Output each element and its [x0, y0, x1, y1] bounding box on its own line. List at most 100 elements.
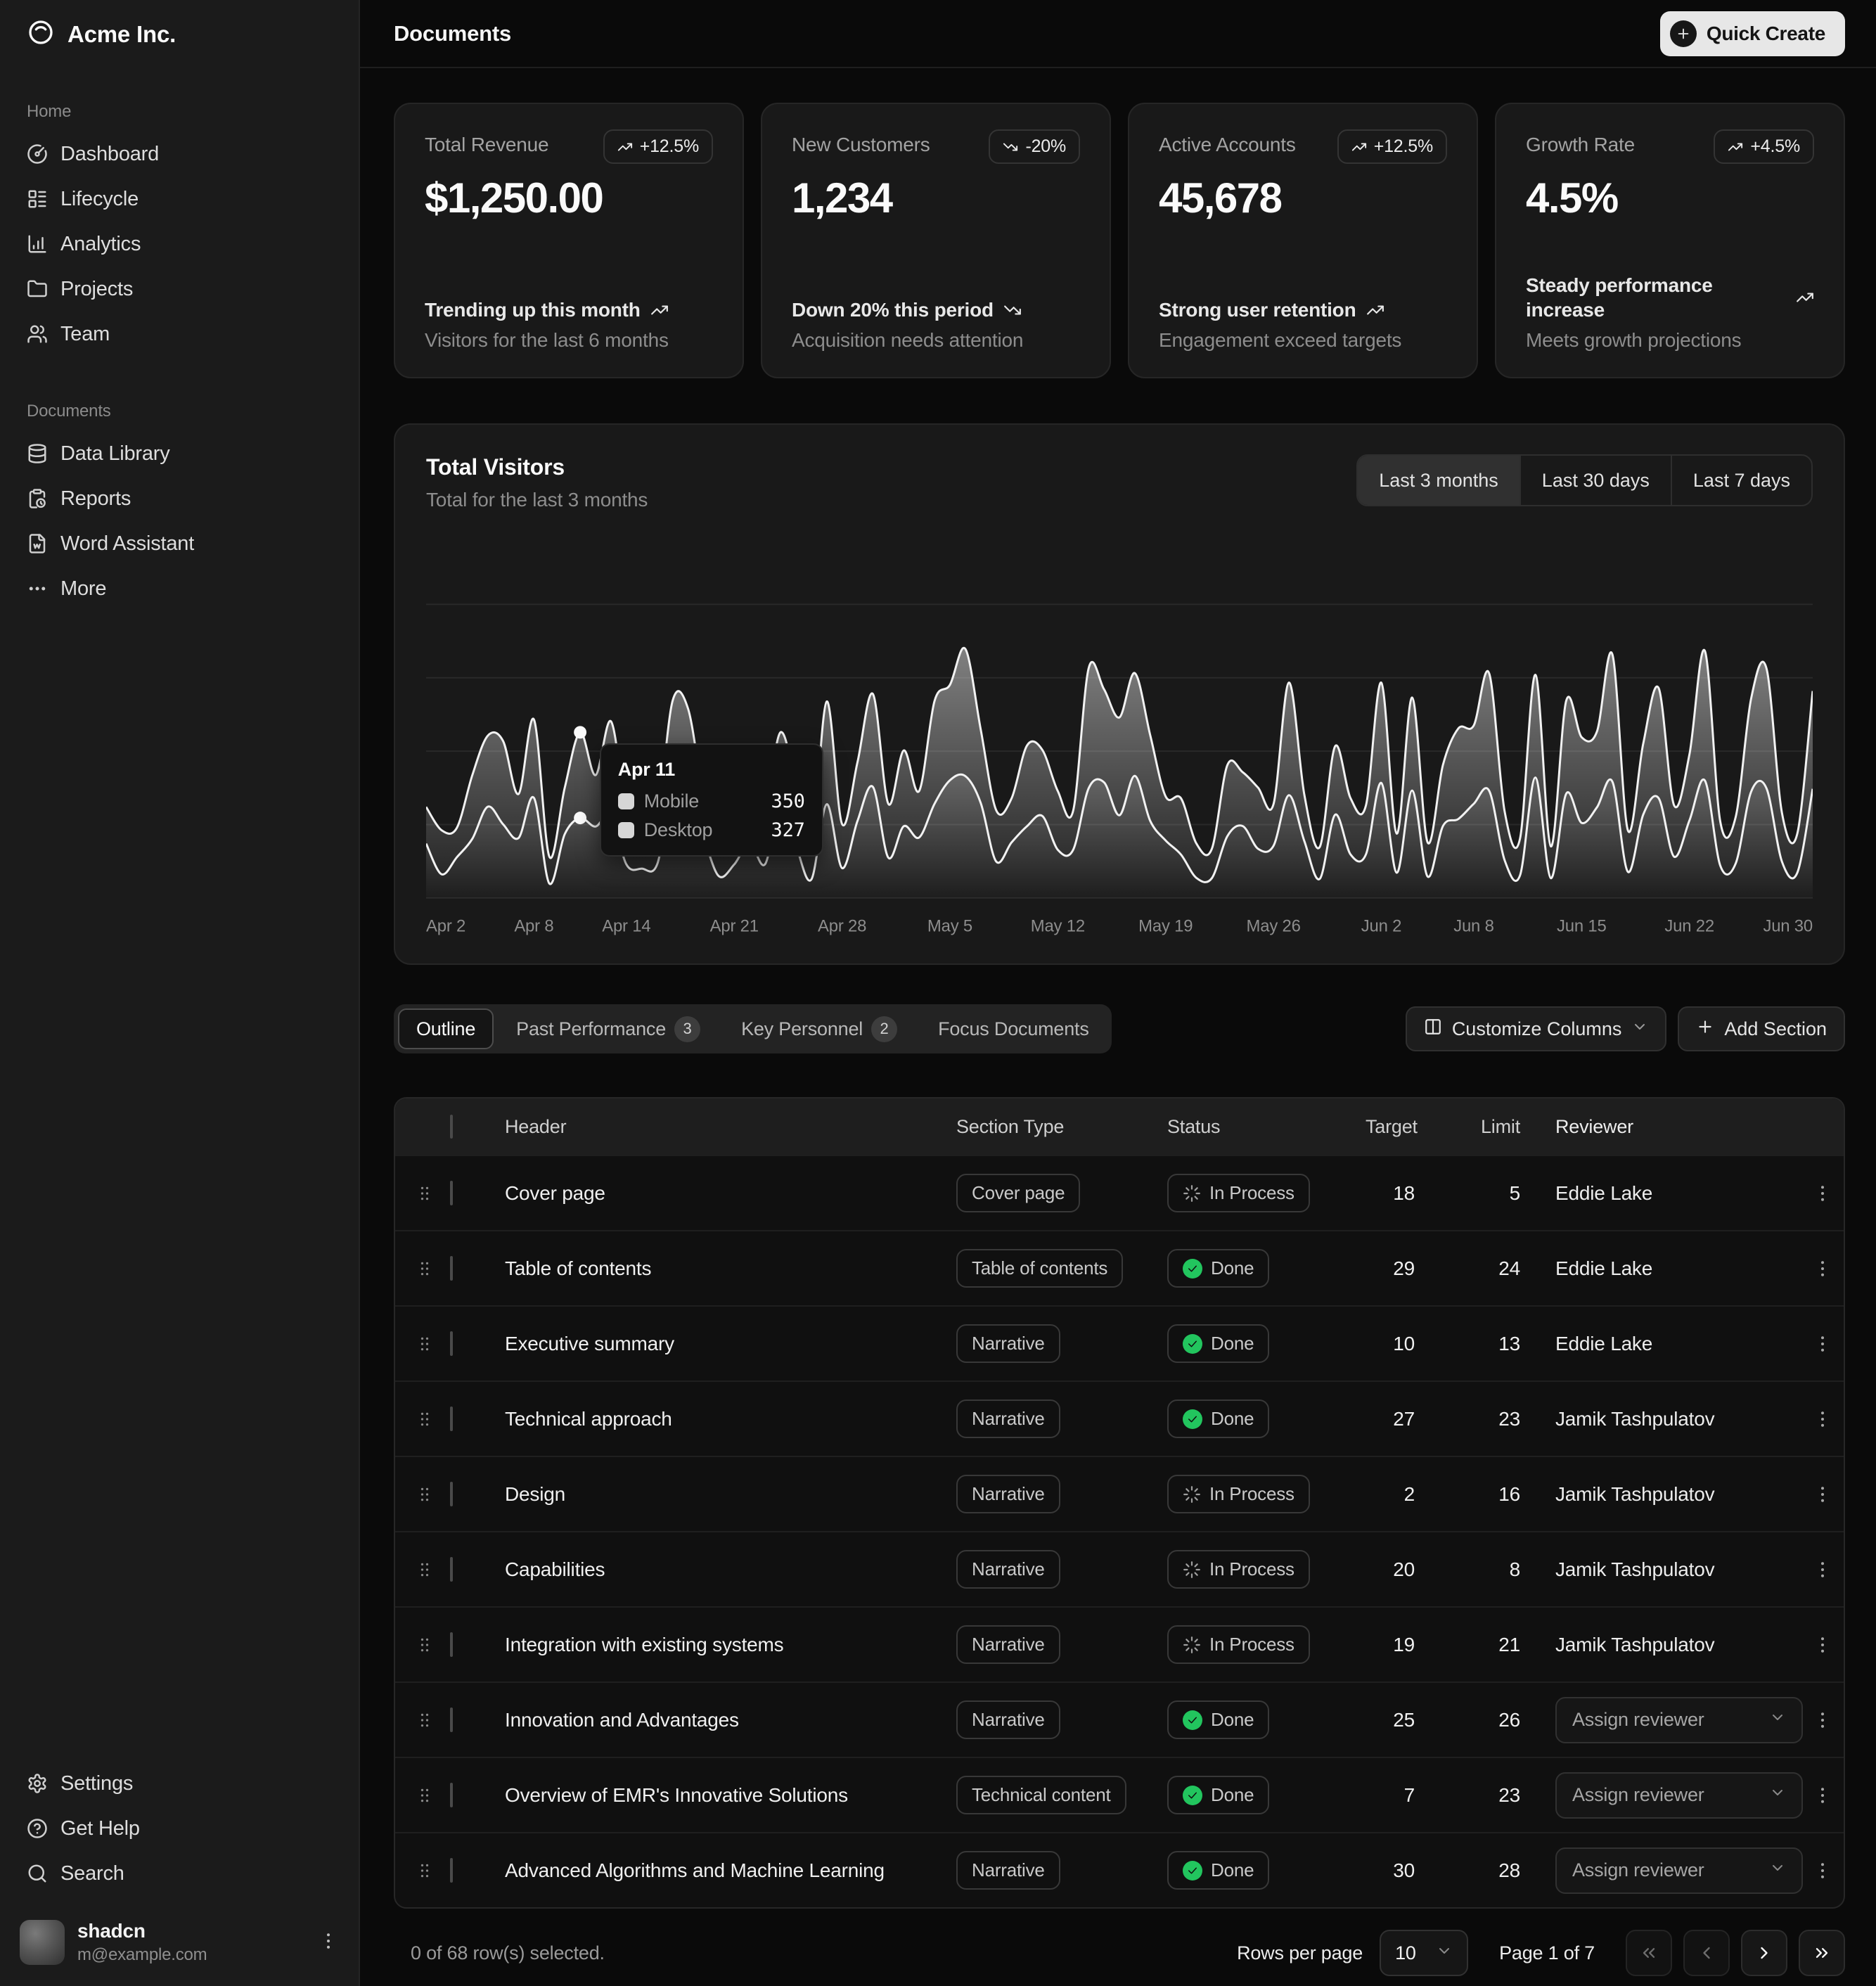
range-last-7-days[interactable]: Last 7 days [1671, 456, 1811, 505]
sidebar-item-team[interactable]: Team [14, 312, 345, 357]
row-limit[interactable]: 24 [1443, 1257, 1527, 1280]
drag-handle[interactable] [395, 1710, 435, 1730]
assign-reviewer-select[interactable]: Assign reviewer [1555, 1772, 1803, 1819]
row-menu-button[interactable] [1801, 1258, 1844, 1279]
user-menu[interactable]: shadcn m@example.com [14, 1914, 345, 1971]
quick-create-button[interactable]: Quick Create [1660, 11, 1845, 56]
assign-reviewer-select[interactable]: Assign reviewer [1555, 1697, 1803, 1743]
row-limit[interactable]: 21 [1443, 1634, 1527, 1656]
sidebar-item-get-help[interactable]: Get Help [14, 1806, 345, 1851]
tab-key-personnel[interactable]: Key Personnel2 [723, 1008, 915, 1049]
row-checkbox[interactable] [450, 1632, 453, 1657]
rows-per-page-select[interactable]: 10 [1380, 1930, 1468, 1976]
tooltip-series-row: Desktop 327 [618, 819, 805, 841]
drag-handle[interactable] [395, 1786, 435, 1805]
trend-down-icon [1003, 139, 1018, 155]
row-target[interactable]: 30 [1366, 1859, 1443, 1882]
row-target[interactable]: 25 [1366, 1709, 1443, 1731]
tab-count-badge: 2 [871, 1016, 897, 1042]
sidebar-item-analytics[interactable]: Analytics [14, 222, 345, 267]
row-limit[interactable]: 23 [1443, 1408, 1527, 1430]
add-section-button[interactable]: Add Section [1678, 1006, 1845, 1051]
topbar: Documents Quick Create [360, 0, 1876, 68]
row-checkbox[interactable] [450, 1256, 453, 1281]
sidebar-item-projects[interactable]: Projects [14, 267, 345, 312]
sidebar-item-settings[interactable]: Settings [14, 1761, 345, 1806]
row-menu-button[interactable] [1801, 1333, 1844, 1354]
drag-handle[interactable] [395, 1409, 435, 1429]
first-page-button[interactable] [1626, 1930, 1672, 1976]
row-menu-button[interactable] [1801, 1634, 1844, 1655]
row-target[interactable]: 19 [1366, 1634, 1443, 1656]
row-checkbox[interactable] [450, 1181, 453, 1205]
content: Total Revenue +12.5% $1,250.00 Trending … [360, 68, 1876, 1986]
sidebar-item-search[interactable]: Search [14, 1851, 345, 1896]
last-page-button[interactable] [1799, 1930, 1845, 1976]
row-checkbox[interactable] [450, 1407, 453, 1431]
layout-list-icon [27, 188, 48, 210]
row-checkbox[interactable] [450, 1708, 453, 1732]
prev-page-button[interactable] [1683, 1930, 1730, 1976]
drag-handle[interactable] [395, 1560, 435, 1580]
drag-handle[interactable] [395, 1334, 435, 1354]
tab-past-performance[interactable]: Past Performance3 [498, 1008, 719, 1049]
row-menu-button[interactable] [1801, 1559, 1844, 1580]
row-target[interactable]: 10 [1366, 1333, 1443, 1355]
sidebar-item-lifecycle[interactable]: Lifecycle [14, 177, 345, 222]
row-checkbox[interactable] [450, 1858, 453, 1883]
row-limit[interactable]: 23 [1443, 1784, 1527, 1807]
row-target[interactable]: 7 [1366, 1784, 1443, 1807]
stat-footer-desc: Visitors for the last 6 months [425, 329, 713, 352]
tab-outline[interactable]: Outline [398, 1008, 494, 1049]
chart-canvas[interactable]: Apr 2Apr 8Apr 14Apr 21Apr 28May 5May 12M… [426, 531, 1813, 940]
row-checkbox[interactable] [450, 1783, 453, 1807]
row-menu-button[interactable] [1801, 1785, 1844, 1806]
row-checkbox[interactable] [450, 1331, 453, 1356]
stat-label: Total Revenue [425, 129, 548, 156]
section-tabs: OutlinePast Performance3Key Personnel2Fo… [394, 1004, 1112, 1053]
row-target[interactable]: 29 [1366, 1257, 1443, 1280]
sidebar-item-more[interactable]: More [14, 566, 345, 611]
row-target[interactable]: 27 [1366, 1408, 1443, 1430]
sidebar-item-reports[interactable]: Reports [14, 476, 345, 521]
row-menu-button[interactable] [1801, 1710, 1844, 1731]
row-checkbox[interactable] [450, 1482, 453, 1506]
row-menu-button[interactable] [1801, 1183, 1844, 1204]
select-all-checkbox[interactable] [450, 1115, 453, 1139]
range-last-3-months[interactable]: Last 3 months [1358, 456, 1520, 505]
row-limit[interactable]: 16 [1443, 1483, 1527, 1506]
range-last-30-days[interactable]: Last 30 days [1520, 456, 1671, 505]
row-limit[interactable]: 28 [1443, 1859, 1527, 1882]
svg-text:Apr 14: Apr 14 [602, 917, 650, 936]
row-limit[interactable]: 13 [1443, 1333, 1527, 1355]
status-badge: In Process [1167, 1475, 1310, 1513]
row-menu-button[interactable] [1801, 1409, 1844, 1430]
row-limit[interactable]: 8 [1443, 1558, 1527, 1581]
row-header: Advanced Algorithms and Machine Learning [480, 1859, 937, 1882]
drag-handle[interactable] [395, 1184, 435, 1203]
row-target[interactable]: 20 [1366, 1558, 1443, 1581]
drag-handle[interactable] [395, 1635, 435, 1655]
brand[interactable]: Acme Inc. [0, 0, 359, 68]
row-target[interactable]: 18 [1366, 1182, 1443, 1205]
assign-reviewer-select[interactable]: Assign reviewer [1555, 1847, 1803, 1894]
row-checkbox[interactable] [450, 1557, 453, 1582]
row-menu-button[interactable] [1801, 1484, 1844, 1505]
drag-handle[interactable] [395, 1861, 435, 1881]
table-row: Cover page Cover page In Process 18 5 Ed… [395, 1155, 1844, 1230]
user-kebab-icon[interactable] [318, 1930, 339, 1955]
sidebar-item-data-library[interactable]: Data Library [14, 431, 345, 476]
drag-handle[interactable] [395, 1485, 435, 1504]
row-menu-button[interactable] [1801, 1860, 1844, 1881]
row-limit[interactable]: 5 [1443, 1182, 1527, 1205]
drag-handle[interactable] [395, 1259, 435, 1279]
row-target[interactable]: 2 [1366, 1483, 1443, 1506]
sidebar-item-word-assistant[interactable]: Word Assistant [14, 521, 345, 566]
gauge-icon [27, 143, 48, 165]
customize-columns-button[interactable]: Customize Columns [1406, 1006, 1667, 1051]
sidebar-item-dashboard[interactable]: Dashboard [14, 132, 345, 177]
row-limit[interactable]: 26 [1443, 1709, 1527, 1731]
next-page-button[interactable] [1741, 1930, 1787, 1976]
ellipsis-icon [27, 578, 48, 599]
tab-focus-documents[interactable]: Focus Documents [920, 1008, 1107, 1049]
